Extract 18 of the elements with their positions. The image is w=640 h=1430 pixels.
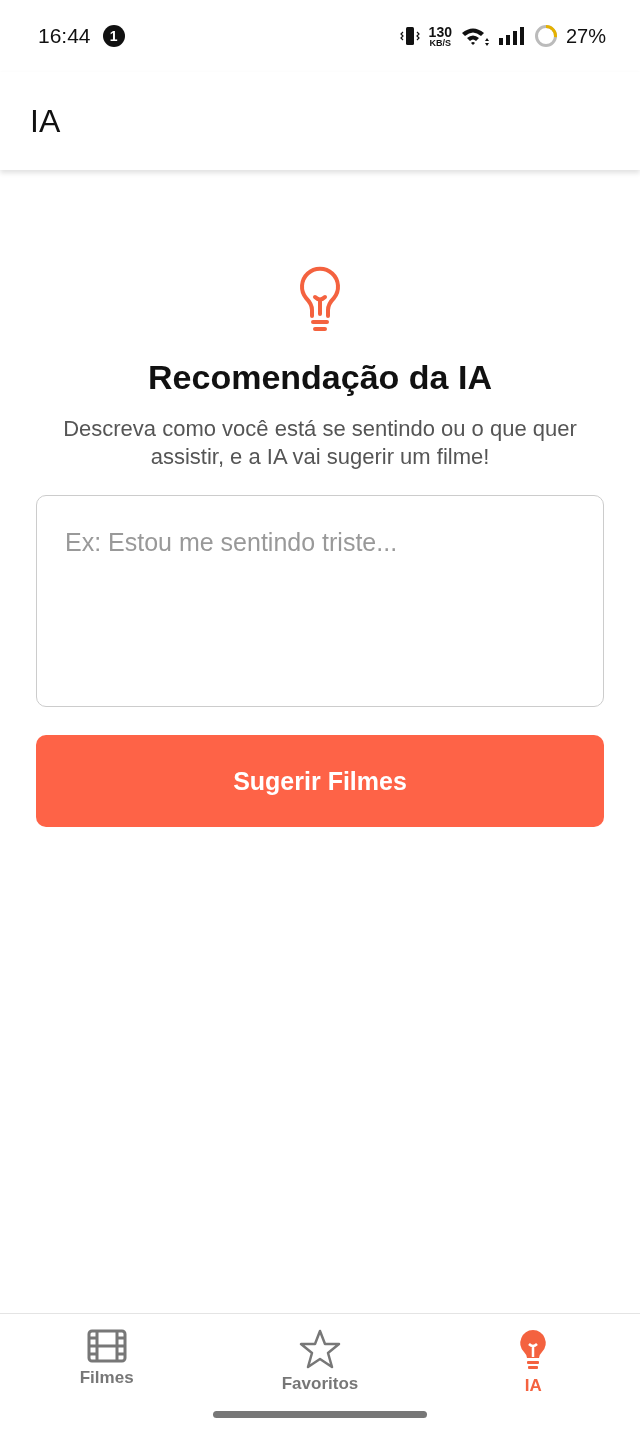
screen-title: IA [30, 102, 61, 140]
notification-badge: 1 [102, 25, 125, 47]
battery-percent: 27% [565, 24, 606, 48]
battery-icon [533, 24, 558, 48]
vibrate-icon [398, 25, 421, 47]
nav-tab[interactable]: IA [426, 1314, 640, 1406]
network-speed: 130 KB/S [428, 24, 452, 48]
film-icon [85, 1328, 128, 1364]
mood-input-field[interactable]: Ex: Estou me sentindo triste... [36, 495, 604, 707]
star-icon [298, 1328, 342, 1370]
nav-tab[interactable]: Favoritos [213, 1314, 427, 1406]
section-title: Recomendação da IA [148, 358, 492, 397]
lightbulb-icon [518, 1328, 549, 1372]
status-time: 16:44 [38, 24, 91, 48]
suggest-button[interactable]: Sugerir Filmes [36, 735, 604, 827]
signal-icon [497, 25, 526, 47]
description-text: Descreva como você está se sentindo ou o que quer assistir, e a IA vai sugerir um filme! [62, 415, 578, 471]
nav-tab[interactable]: Filmes [0, 1314, 214, 1406]
